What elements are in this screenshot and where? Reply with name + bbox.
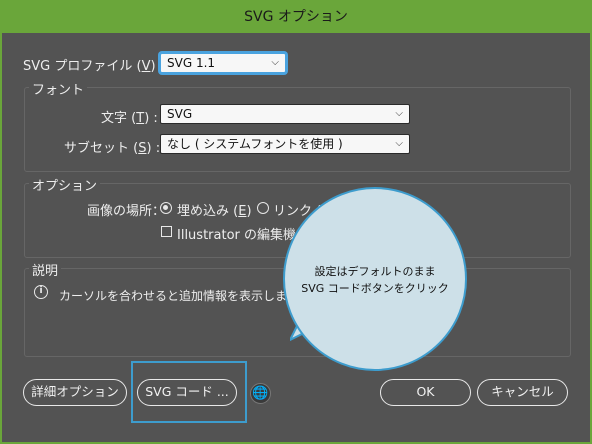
subset-select-value: なし ( システムフォントを使用 ) <box>167 137 343 151</box>
dialog-title: SVG オプション <box>2 2 590 33</box>
embed-label[interactable]: 埋め込み (E) <box>177 200 252 219</box>
char-select-value: SVG <box>167 107 193 121</box>
svg-code-button[interactable]: SVG コード ... <box>137 379 237 406</box>
font-group <box>24 87 571 172</box>
chevron-down-icon: ⌵ <box>271 57 279 68</box>
globe-icon[interactable]: 🌐 <box>250 383 271 404</box>
callout-line-1: 設定はデフォルトのまま <box>314 265 436 278</box>
callout-bubble <box>283 187 467 371</box>
profile-label: SVG プロファイル (V) : <box>23 59 165 74</box>
profile-select-value: SVG 1.1 <box>167 56 216 70</box>
chevron-down-icon: ⌵ <box>395 138 403 149</box>
ok-button[interactable]: OK <box>380 379 471 406</box>
char-label: 文字 (T) : <box>101 111 158 126</box>
profile-select[interactable]: SVG 1.1 ⌵ <box>160 53 286 73</box>
image-location-label: 画像の場所： <box>87 204 166 219</box>
advanced-options-button[interactable]: 詳細オプション <box>23 379 127 406</box>
subset-label: サブセット (S) : <box>64 141 161 156</box>
embed-radio[interactable] <box>160 202 172 214</box>
info-icon: i <box>34 285 48 299</box>
font-group-title: フォント <box>29 79 88 98</box>
description-text: カーソルを合わせると追加情報を表示します。 <box>59 289 310 303</box>
options-group-title: オプション <box>29 175 101 194</box>
link-radio[interactable] <box>257 202 269 214</box>
callout-line-2: SVG コードボタンをクリック <box>301 282 449 295</box>
cancel-button[interactable]: キャンセル <box>477 379 568 406</box>
subset-select[interactable]: なし ( システムフォントを使用 ) ⌵ <box>160 134 410 154</box>
chevron-down-icon: ⌵ <box>395 108 403 119</box>
char-select[interactable]: SVG ⌵ <box>160 104 410 124</box>
preserve-checkbox[interactable] <box>161 226 172 237</box>
description-group-title: 説明 <box>29 260 62 279</box>
